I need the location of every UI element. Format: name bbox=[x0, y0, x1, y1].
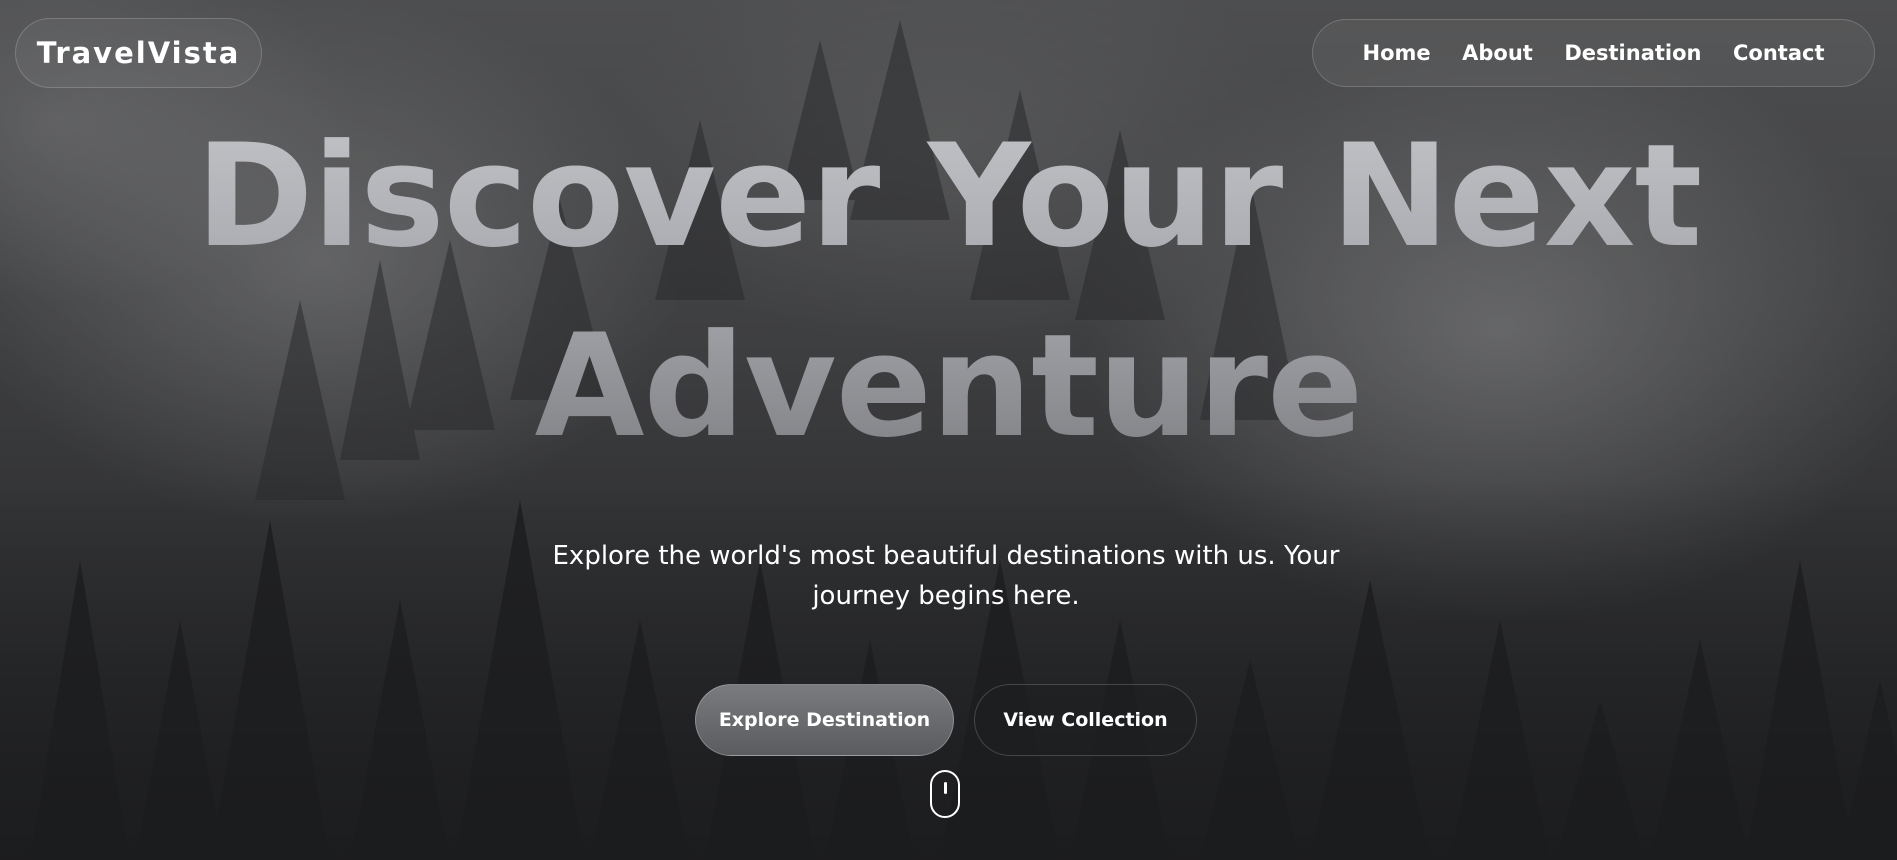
hero-headline: Discover Your Next Adventure bbox=[0, 102, 1897, 482]
hero-section: TravelVista Home About Destination Conta… bbox=[0, 0, 1897, 860]
hero-subtitle: Explore the world's most beautiful desti… bbox=[552, 541, 1340, 611]
nav-item-about[interactable]: About bbox=[1462, 41, 1533, 65]
nav-item-destination[interactable]: Destination bbox=[1564, 41, 1701, 65]
mouse-scroll-icon[interactable] bbox=[930, 770, 960, 818]
hero-headline-line2: Adventure bbox=[534, 304, 1363, 469]
hero-headline-line1: Discover Your Next bbox=[195, 114, 1702, 279]
nav-item-home[interactable]: Home bbox=[1363, 41, 1431, 65]
brand-logo[interactable]: TravelVista bbox=[15, 18, 262, 88]
brand-name: TravelVista bbox=[36, 36, 241, 70]
nav-item-contact[interactable]: Contact bbox=[1733, 41, 1825, 65]
scroll-wheel-icon bbox=[944, 782, 947, 794]
main-navigation: Home About Destination Contact bbox=[1312, 19, 1875, 87]
explore-destination-button[interactable]: Explore Destination bbox=[695, 684, 954, 756]
view-collection-button[interactable]: View Collection bbox=[974, 684, 1197, 756]
